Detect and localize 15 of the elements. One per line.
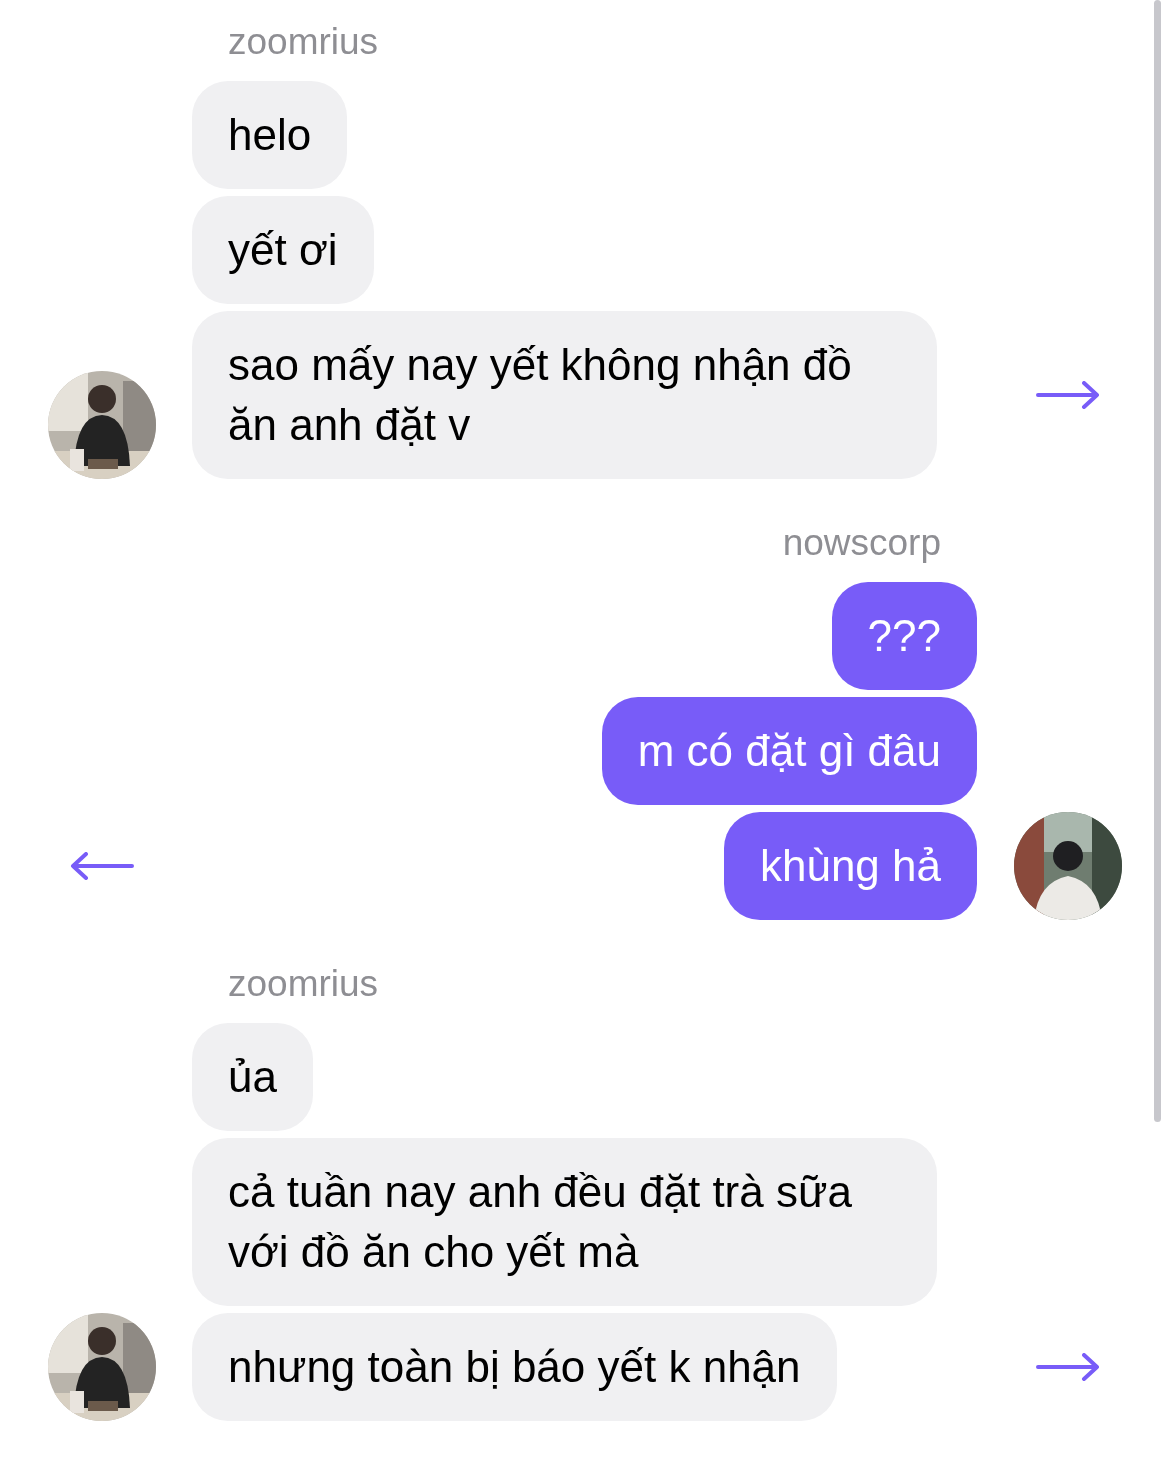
message-bubble: m có đặt gì đâu <box>601 697 977 805</box>
message-bubble: cả tuần nay anh đều đặt trà sữa với đồ ăn cho yết mà <box>192 1138 937 1306</box>
arrow-left-icon[interactable] <box>70 852 134 880</box>
arrow-right-icon[interactable] <box>1036 381 1100 409</box>
message-bubble: yết ơi <box>192 196 374 304</box>
sender-name: zoomrius <box>227 20 380 64</box>
message-bubble: nhưng toàn bị báo yết k nhận <box>192 1313 837 1421</box>
sender-name: zoomrius <box>227 962 380 1006</box>
message-bubble: khùng hả <box>723 812 977 920</box>
message-bubble: ủa <box>192 1023 313 1131</box>
sender-name: nowscorp <box>781 521 942 565</box>
arrow-right-icon[interactable] <box>1036 1353 1100 1381</box>
message-bubble: sao mấy nay yết không nhận đồ ăn anh đặt v <box>192 311 937 479</box>
message-bubble: helo <box>192 81 348 189</box>
message-bubble: ??? <box>831 582 977 690</box>
